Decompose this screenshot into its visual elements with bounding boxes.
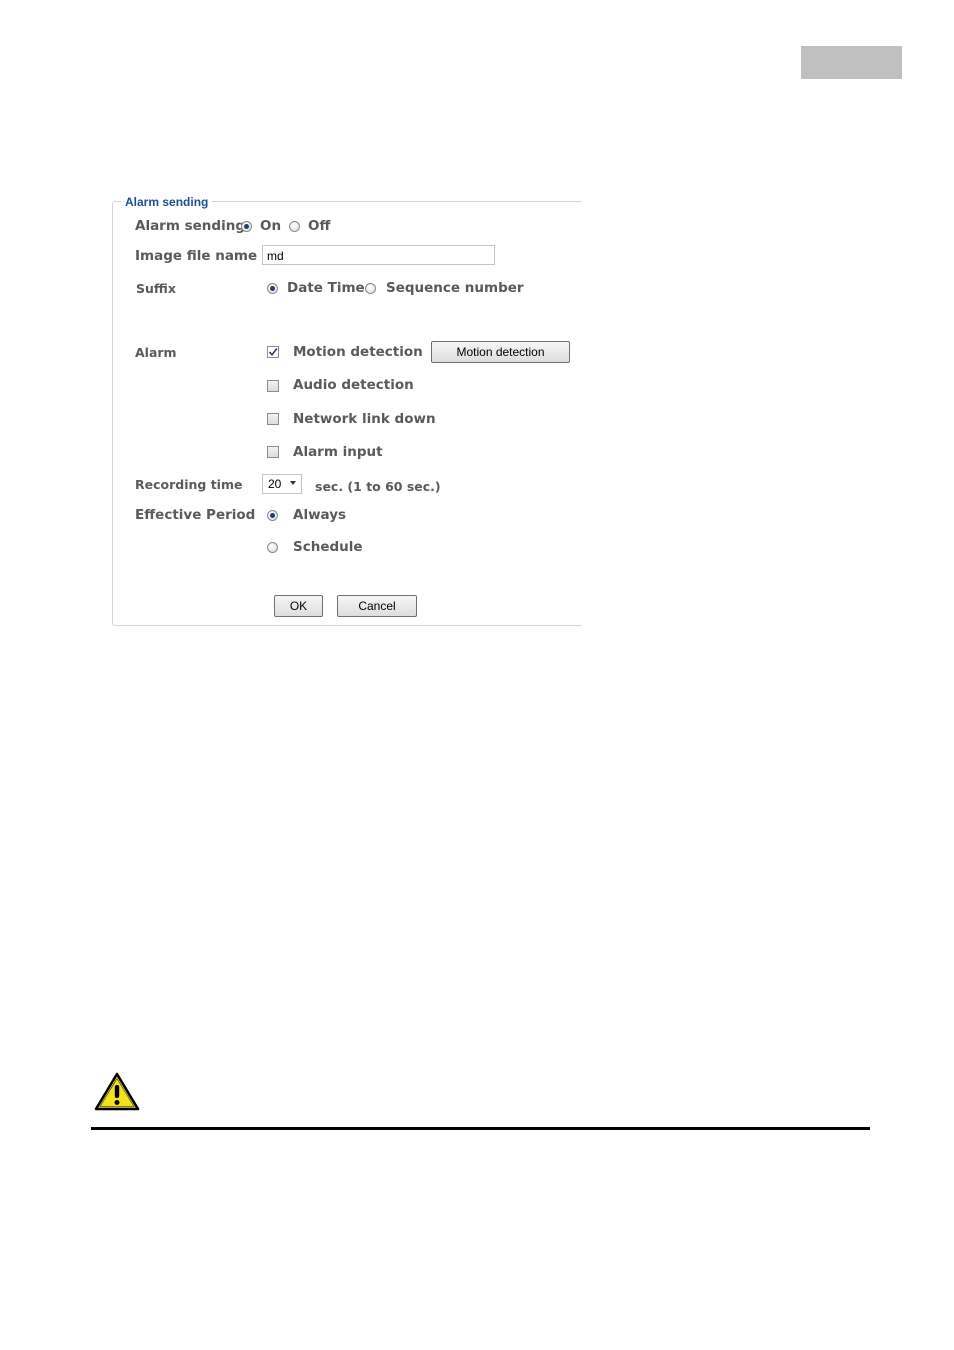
recording-time-select[interactable]: 20 bbox=[262, 474, 302, 494]
effective-period-label: Effective Period bbox=[135, 507, 256, 523]
recording-time-value: 20 bbox=[268, 477, 282, 491]
network-link-down-label[interactable]: Network link down bbox=[293, 411, 436, 427]
alarm-sending-on-label[interactable]: On bbox=[260, 218, 281, 234]
alarm-sending-on-radio[interactable] bbox=[241, 221, 252, 232]
motion-detection-checkbox[interactable] bbox=[267, 346, 279, 358]
chevron-down-icon bbox=[290, 481, 296, 485]
effective-period-schedule-radio[interactable] bbox=[267, 542, 278, 553]
alarm-input-label[interactable]: Alarm input bbox=[293, 444, 383, 460]
image-file-name-label: Image file name bbox=[135, 248, 258, 264]
alarm-label: Alarm bbox=[135, 345, 177, 360]
network-link-down-checkbox[interactable] bbox=[267, 413, 279, 425]
suffix-date-time-label[interactable]: Date Time bbox=[287, 280, 365, 296]
cancel-button[interactable]: Cancel bbox=[337, 595, 417, 617]
ok-button[interactable]: OK bbox=[274, 595, 323, 617]
effective-period-always-radio[interactable] bbox=[267, 510, 278, 521]
warning-triangle-icon bbox=[94, 1072, 140, 1112]
suffix-sequence-radio[interactable] bbox=[365, 283, 376, 294]
effective-period-always-label[interactable]: Always bbox=[293, 507, 346, 523]
suffix-date-time-radio[interactable] bbox=[267, 283, 278, 294]
section-divider bbox=[91, 1127, 870, 1130]
audio-detection-label[interactable]: Audio detection bbox=[293, 377, 414, 393]
recording-time-unit: sec. (1 to 60 sec.) bbox=[315, 479, 441, 494]
alarm-input-checkbox[interactable] bbox=[267, 446, 279, 458]
motion-detection-settings-button[interactable]: Motion detection bbox=[431, 341, 570, 363]
fieldset-legend: Alarm sending bbox=[121, 195, 213, 209]
suffix-label: Suffix bbox=[136, 281, 176, 296]
image-file-name-input[interactable]: md bbox=[262, 245, 495, 265]
header-tab-marker bbox=[801, 46, 902, 79]
audio-detection-checkbox[interactable] bbox=[267, 380, 279, 392]
motion-detection-label[interactable]: Motion detection bbox=[293, 344, 423, 360]
alarm-sending-off-label[interactable]: Off bbox=[308, 218, 330, 234]
alarm-sending-off-radio[interactable] bbox=[289, 221, 300, 232]
recording-time-label: Recording time bbox=[135, 477, 243, 492]
suffix-sequence-label[interactable]: Sequence number bbox=[386, 280, 524, 296]
checkmark-icon bbox=[268, 348, 278, 357]
effective-period-schedule-label[interactable]: Schedule bbox=[293, 539, 363, 555]
alarm-sending-label: Alarm sending bbox=[135, 218, 245, 234]
